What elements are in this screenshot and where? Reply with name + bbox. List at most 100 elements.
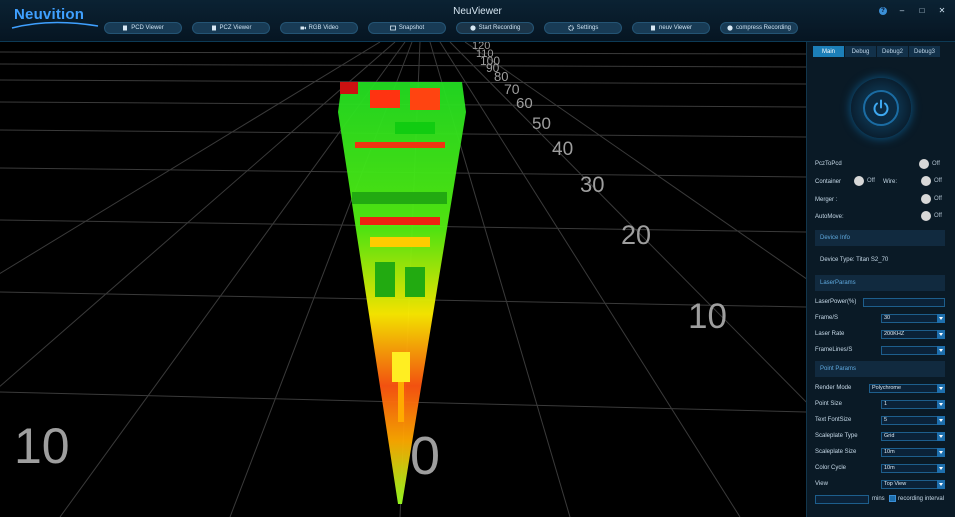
laser-rate-select[interactable]: 200KHZ <box>881 330 945 339</box>
tab-debug3[interactable]: Debug3 <box>909 46 940 57</box>
neuv-viewer-label: neuv Viewer <box>659 25 692 31</box>
toggle-knob <box>921 211 931 221</box>
rgb-video-button[interactable]: RGB Video <box>280 22 358 34</box>
pcd-viewer-button[interactable]: PCD Viewer <box>104 22 182 34</box>
range-label-40: 40 <box>552 139 574 160</box>
origin-label: 0 <box>410 426 441 486</box>
merger-label: Merger : <box>815 197 838 203</box>
laser-rate-label: Laser Rate <box>815 331 845 337</box>
control-panel: Main Debug Debug2 Debug3 PczToPcd Off Co… <box>806 42 955 517</box>
start-recording-label: Start Recording <box>478 25 521 31</box>
settings-label: Settings <box>576 25 599 31</box>
view-select[interactable]: Top View <box>881 480 945 489</box>
pcd-viewer-label: PCD Viewer <box>131 25 164 31</box>
range-label-50: 50 <box>532 114 551 133</box>
gear-icon <box>567 25 574 31</box>
frames-select[interactable]: 30 <box>881 314 945 323</box>
render-mode-label: Render Mode <box>815 385 852 391</box>
range-label-60: 60 <box>516 95 533 112</box>
frames-label: Frame/S <box>815 315 839 321</box>
point-params-header: Point Params <box>815 361 945 377</box>
power-icon <box>873 99 889 117</box>
toggle-state: Off <box>934 196 942 202</box>
laser-rate-value: 200KHZ <box>884 331 905 337</box>
laser-power-input[interactable] <box>863 298 945 307</box>
point-cloud-canvas <box>0 42 806 517</box>
tab-main[interactable]: Main <box>813 46 844 57</box>
range-label-10: 10 <box>688 297 727 336</box>
toggle-state: Off <box>934 178 942 184</box>
start-recording-button[interactable]: Start Recording <box>456 22 534 34</box>
panel-tabs: Main Debug Debug2 Debug3 <box>813 46 940 57</box>
compress-recording-button[interactable]: compress Recording <box>720 22 798 34</box>
record-icon <box>470 25 476 31</box>
pcz-to-pcd-label: PczToPcd <box>815 161 842 167</box>
tab-debug2[interactable]: Debug2 <box>877 46 908 57</box>
file-icon <box>651 25 656 31</box>
color-cycle-select[interactable]: 10m <box>881 464 945 473</box>
range-label-30: 30 <box>580 172 605 197</box>
chevron-down-icon <box>939 435 943 438</box>
view-value: Top View <box>884 481 907 487</box>
recording-interval-checkbox[interactable] <box>889 495 896 502</box>
wire-toggle[interactable]: Off <box>921 176 942 186</box>
maximize-icon[interactable]: □ <box>917 6 927 16</box>
framelines-label: FrameLines/S <box>815 347 853 353</box>
rgb-video-label: RGB Video <box>308 25 339 31</box>
logo-swoosh-icon <box>11 21 99 29</box>
toggle-state: Off <box>867 178 875 184</box>
framelines-select[interactable] <box>881 346 945 355</box>
snapshot-label: Snapshot <box>398 25 425 31</box>
toggle-knob <box>921 176 931 186</box>
snapshot-button[interactable]: Snapshot <box>368 22 446 34</box>
chevron-down-icon <box>939 349 943 352</box>
automove-toggle[interactable]: Off <box>921 211 942 221</box>
toggle-knob <box>854 176 864 186</box>
chevron-down-icon <box>939 317 943 320</box>
chevron-down-icon <box>939 403 943 406</box>
left-range-label: 10 <box>14 418 70 474</box>
device-type-text: Device Type: Titan S2_70 <box>820 257 889 263</box>
neuv-viewer-button[interactable]: neuv Viewer <box>632 22 710 34</box>
point-size-select[interactable]: 1 <box>881 400 945 409</box>
pcz-to-pcd-toggle[interactable]: Off <box>919 159 940 169</box>
point-cloud <box>338 82 466 504</box>
settings-button[interactable]: Settings <box>544 22 622 34</box>
merger-toggle[interactable]: Off <box>921 194 942 204</box>
point-cloud-viewer[interactable]: 120 110 100 90 80 70 60 50 40 30 20 10 0… <box>0 42 806 517</box>
minimize-icon[interactable]: – <box>897 6 907 16</box>
scaleplate-type-select[interactable]: Grid <box>881 432 945 441</box>
chevron-down-icon <box>939 333 943 336</box>
pcz-viewer-button[interactable]: PCZ Viewer <box>192 22 270 34</box>
view-label: View <box>815 481 828 487</box>
chevron-down-icon <box>939 483 943 486</box>
range-label-20: 20 <box>621 220 652 250</box>
mins-input[interactable] <box>815 495 869 504</box>
container-toggle[interactable]: Off <box>854 176 875 186</box>
tab-debug[interactable]: Debug <box>845 46 876 57</box>
power-button[interactable] <box>851 78 911 138</box>
chevron-down-icon <box>939 387 943 390</box>
automove-label: AutoMove: <box>815 214 844 220</box>
text-fontsize-label: Text FontSize <box>815 417 852 423</box>
help-icon[interactable]: ? <box>879 7 887 15</box>
pcz-viewer-label: PCZ Viewer <box>219 25 252 31</box>
color-cycle-value: 10m <box>884 465 895 471</box>
app-title: NeuViewer <box>453 6 502 17</box>
laser-params-header: LaserParams <box>815 275 945 291</box>
toggle-state: Off <box>934 213 942 219</box>
compress-icon <box>727 25 733 31</box>
frames-value: 30 <box>884 315 891 321</box>
color-cycle-label: Color Cycle <box>815 465 847 471</box>
toggle-knob <box>921 194 931 204</box>
laser-power-label: LaserPower(%) <box>815 299 857 305</box>
scaleplate-size-value: 10m <box>884 449 895 455</box>
scaleplate-size-select[interactable]: 10m <box>881 448 945 457</box>
text-fontsize-select[interactable]: 5 <box>881 416 945 425</box>
text-fontsize-value: 5 <box>884 417 888 423</box>
point-size-label: Point Size <box>815 401 843 407</box>
close-icon[interactable]: ✕ <box>937 6 947 16</box>
render-mode-select[interactable]: Polychrome <box>869 384 945 393</box>
point-size-value: 1 <box>884 401 888 407</box>
video-icon <box>300 26 306 30</box>
